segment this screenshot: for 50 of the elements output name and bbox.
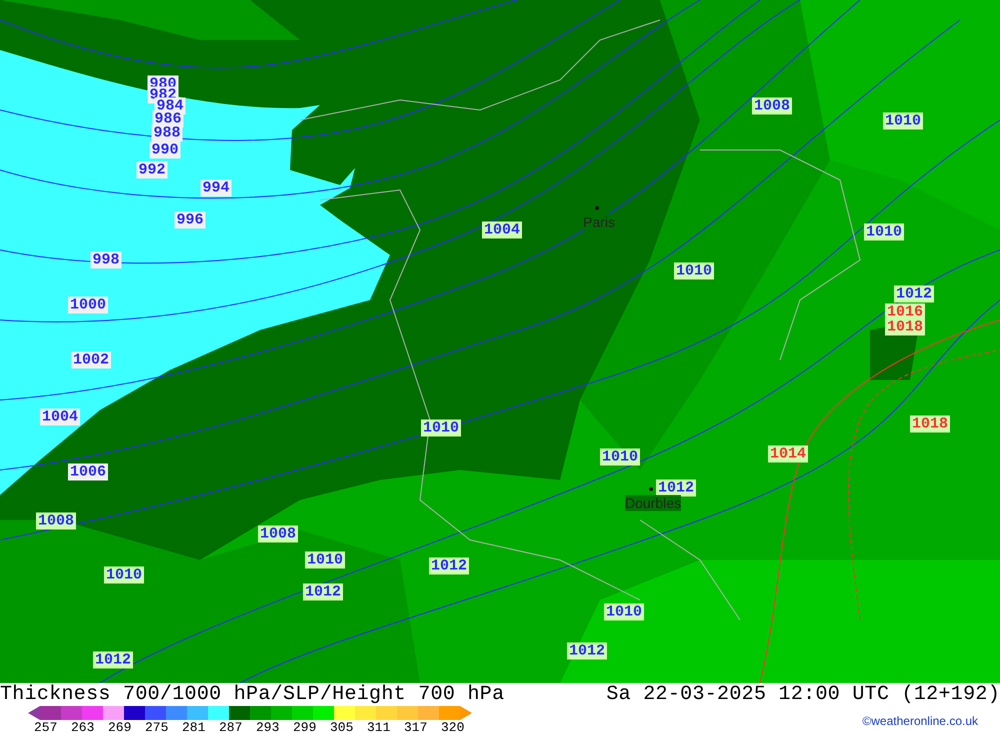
credit-text: ©weatheronline.co.uk xyxy=(862,714,978,728)
legend-tick: 275 xyxy=(145,720,170,733)
isobar-label: 1008 xyxy=(258,526,298,542)
legend-tick: 317 xyxy=(404,720,428,733)
isobar-label: 1006 xyxy=(68,464,108,480)
isobar-label: 996 xyxy=(174,212,206,228)
isobar-label: 994 xyxy=(200,180,232,196)
isobar-label: 1014 xyxy=(768,446,808,462)
isobar-label: 1012 xyxy=(429,558,469,574)
isobar-label: 1002 xyxy=(71,352,111,368)
legend-tick: 269 xyxy=(108,720,132,733)
isobar-label: 1010 xyxy=(864,224,904,240)
isobar-label: 990 xyxy=(150,142,180,158)
chart-title: Thickness 700/1000 hPa/SLP/Height 700 hPa xyxy=(0,683,504,706)
legend-tick: 299 xyxy=(293,720,318,733)
legend-tick: 257 xyxy=(34,720,58,733)
legend-tick: 263 xyxy=(71,720,96,733)
isobar-label: 1012 xyxy=(894,286,934,302)
isobar-label: 1012 xyxy=(567,642,607,660)
isobar-label: 1010 xyxy=(674,262,714,280)
isobar-label: 1010 xyxy=(600,448,640,466)
isobar-label: 1010 xyxy=(104,566,144,584)
legend-tick: 320 xyxy=(441,720,466,733)
city-label: Dourbles xyxy=(624,495,682,511)
isobar-label: 1012 xyxy=(303,584,343,600)
isobar-label: 1010 xyxy=(305,552,345,568)
legend-tick: 293 xyxy=(256,720,280,733)
isobar-label: 1004 xyxy=(40,408,80,426)
isobar-label: 988 xyxy=(152,124,182,142)
legend-tick: 281 xyxy=(182,720,206,733)
isobar-label: 1018 xyxy=(885,318,925,336)
isobar-label: 1010 xyxy=(421,420,461,436)
isobar-label: 1010 xyxy=(604,604,644,620)
isobar-label: 1010 xyxy=(883,112,923,130)
isobar-label: 1004 xyxy=(482,222,522,238)
legend-tick: 305 xyxy=(330,720,354,733)
legend-tick: 287 xyxy=(219,720,244,733)
isobar-label: 1018 xyxy=(910,416,950,432)
isobar-label: 1008 xyxy=(36,512,76,530)
city-dot-icon xyxy=(649,487,653,491)
isobar-label: 1000 xyxy=(68,296,108,314)
valid-time: Sa 22-03-2025 12:00 UTC (12+192) xyxy=(606,683,1000,706)
isobar-label: 1008 xyxy=(752,98,792,114)
isobar-label: 992 xyxy=(136,162,168,178)
legend-tick: 311 xyxy=(367,720,392,733)
city-dot-icon xyxy=(595,206,599,210)
isobar-label: 998 xyxy=(90,252,122,268)
isobar-label: 1012 xyxy=(93,652,133,668)
city-label: Paris xyxy=(583,214,615,230)
isobar-label: 1012 xyxy=(656,480,696,496)
